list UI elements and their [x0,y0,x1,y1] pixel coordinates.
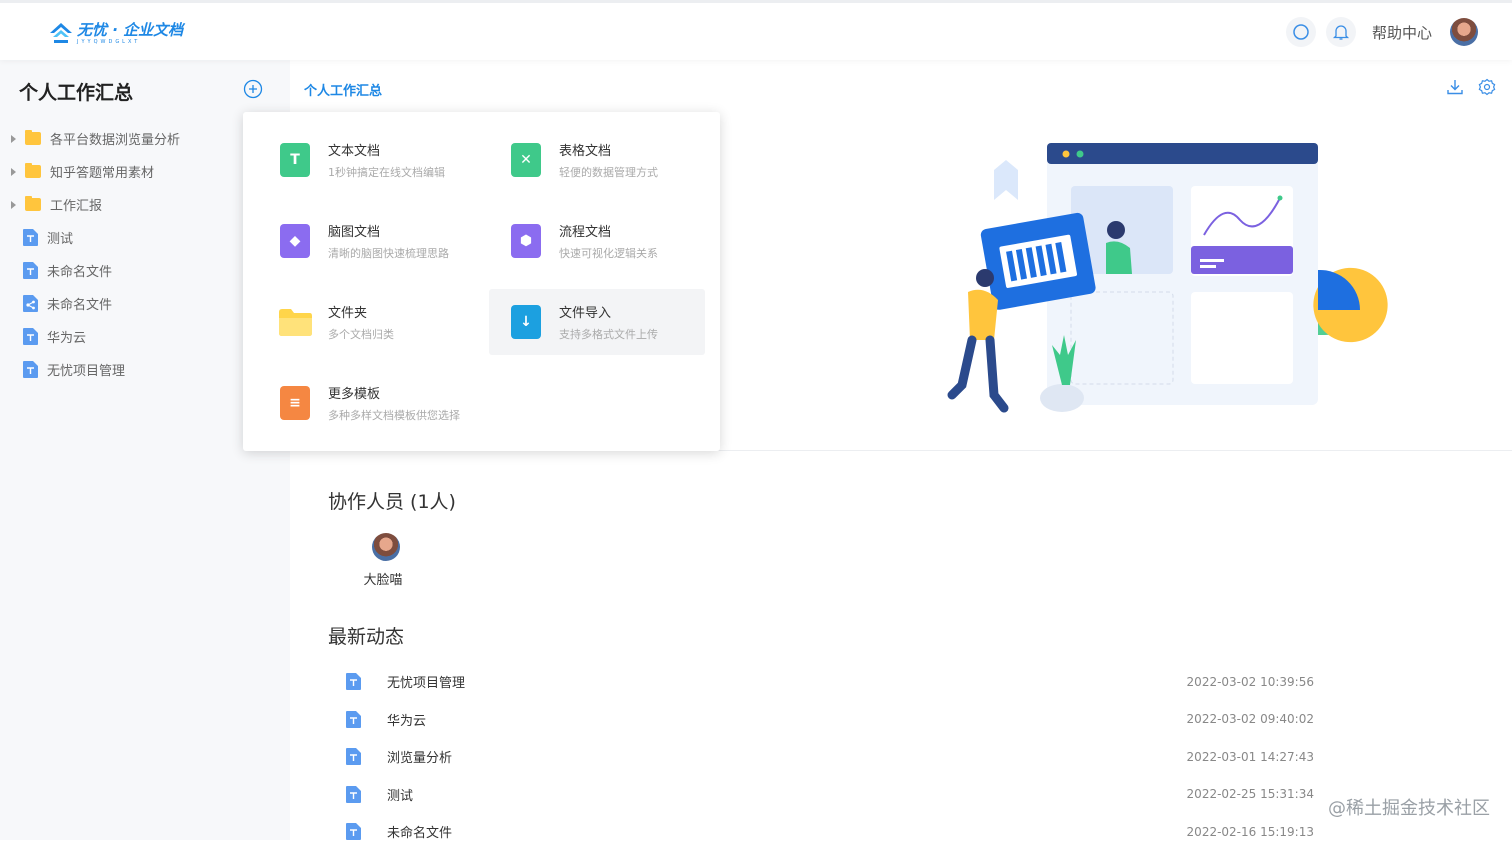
menu-item-name: 文件导入 [559,302,658,321]
text-doc-icon [23,361,38,378]
menu-item-desc: 支持多格式文件上传 [559,326,658,342]
menu-item-name: 文本文档 [328,140,445,159]
sidebar-item-label: 工作汇报 [50,195,102,214]
activity-row[interactable]: 未命名文件 2022-02-16 15:19:13 [346,813,1314,851]
workspace-illustration [940,140,1390,420]
menu-item-desc: 1秒钟搞定在线文档编辑 [328,164,445,180]
top-bar: 无忧 · 企业文档 JYYQWDGLXT 帮助中心 [0,0,1512,60]
activity-doc-name[interactable]: 未命名文件 [387,822,452,841]
expand-caret-icon[interactable] [11,201,16,209]
create-new-menu: T 文本文档 1秒钟搞定在线文档编辑 ✕ 表格文档 轻便的数据管理方式 ◆ 脑图… [243,112,720,451]
notification-button[interactable] [1326,17,1356,47]
menu-item-desc: 快速可视化逻辑关系 [559,245,658,261]
add-icon[interactable] [243,79,263,99]
menu-item-name: 脑图文档 [328,221,449,240]
mind-map-doc-icon [23,295,38,312]
collaborator[interactable]: 大脸喵 [366,533,406,588]
sidebar-item-label: 各平台数据浏览量分析 [50,129,180,148]
sidebar-title: 个人工作汇总 [19,78,133,105]
text-doc-icon [346,786,361,803]
settings-button[interactable] [1478,78,1496,100]
text-doc-icon [346,823,361,840]
logo-name: 无忧 · 企业文档 [77,22,183,38]
menu-item-name: 表格文档 [559,140,658,159]
sidebar-item-label: 未命名文件 [47,261,112,280]
activity-doc-name[interactable]: 测试 [387,785,413,804]
folder-icon [278,305,313,339]
menu-item-desc: 轻便的数据管理方式 [559,164,658,180]
import-file-item[interactable]: ↓ 文件导入 支持多格式文件上传 [489,289,705,355]
text-doc-icon [346,748,361,765]
logo-subtitle: JYYQWDGLXT [77,39,183,46]
activity-time: 2022-02-25 15:31:34 [1187,787,1314,801]
app-logo[interactable]: 无忧 · 企业文档 JYYQWDGLXT [48,19,183,49]
mind-map-doc-icon: ◆ [280,224,310,258]
import-file-icon: ↓ [511,305,541,339]
download-icon [1446,78,1464,96]
text-doc-icon [23,328,38,345]
activity-title: 最新动态 [328,622,404,649]
activity-time: 2022-03-02 10:39:56 [1187,675,1314,689]
create-flow-doc-item[interactable]: ⬢ 流程文档 快速可视化逻辑关系 [489,208,705,274]
search-button[interactable] [1286,17,1316,47]
text-doc-icon [346,711,361,728]
sidebar-item-label: 未命名文件 [47,294,112,313]
template-icon: ≡ [280,386,310,420]
activity-list: 无忧项目管理 2022-03-02 10:39:56 华为云 2022-03-0… [346,663,1314,851]
search-icon [1292,23,1310,41]
collaborator-name: 大脸喵 [360,569,406,588]
text-doc-icon [346,673,361,690]
activity-time: 2022-03-02 09:40:02 [1187,712,1314,726]
folder-icon [25,165,41,178]
collaborators-title: 协作人员 (1人) [328,487,456,514]
activity-time: 2022-03-01 14:27:43 [1187,750,1314,764]
folder-icon [25,132,41,145]
watermark: @稀土掘金技术社区 [1328,794,1490,820]
activity-doc-name[interactable]: 华为云 [387,710,426,729]
menu-item-name: 更多模板 [328,383,460,402]
bell-icon [1332,23,1350,41]
gear-icon [1478,78,1496,96]
spreadsheet-doc-icon: ✕ [511,143,541,177]
create-text-doc-item[interactable]: T 文本文档 1秒钟搞定在线文档编辑 [258,127,474,193]
flowchart-doc-icon: ⬢ [511,224,541,258]
create-mind-doc-item[interactable]: ◆ 脑图文档 清晰的脑图快速梳理思路 [258,208,474,274]
folder-icon [25,198,41,211]
create-sheet-doc-item[interactable]: ✕ 表格文档 轻便的数据管理方式 [489,127,705,193]
breadcrumb[interactable]: 个人工作汇总 [304,80,382,99]
text-doc-icon [23,229,38,246]
activity-row[interactable]: 测试 2022-02-25 15:31:34 [346,776,1314,814]
activity-row[interactable]: 华为云 2022-03-02 09:40:02 [346,701,1314,739]
sidebar-item-label: 无忧项目管理 [47,360,125,379]
user-avatar[interactable] [1450,18,1478,46]
activity-row[interactable]: 浏览量分析 2022-03-01 14:27:43 [346,738,1314,776]
sidebar-item-label: 华为云 [47,327,86,346]
help-center-link[interactable]: 帮助中心 [1372,22,1432,43]
text-doc-icon [23,262,38,279]
collaborator-avatar [372,533,400,561]
create-folder-item[interactable]: 文件夹 多个文档归类 [258,289,474,355]
menu-item-desc: 多个文档归类 [328,326,394,342]
menu-item-desc: 清晰的脑图快速梳理思路 [328,245,449,261]
activity-doc-name[interactable]: 无忧项目管理 [387,672,465,691]
download-button[interactable] [1446,78,1464,100]
menu-item-name: 流程文档 [559,221,658,240]
activity-doc-name[interactable]: 浏览量分析 [387,747,452,766]
sidebar-item-label: 知乎答题常用素材 [50,162,154,181]
menu-item-name: 文件夹 [328,302,394,321]
activity-row[interactable]: 无忧项目管理 2022-03-02 10:39:56 [346,663,1314,701]
sidebar-item-label: 测试 [47,228,73,247]
activity-time: 2022-02-16 15:19:13 [1187,825,1314,839]
expand-caret-icon[interactable] [11,135,16,143]
menu-item-desc: 多种多样文档模板供您选择 [328,407,460,423]
text-doc-icon: T [280,143,310,177]
logo-mark-icon [48,21,74,47]
expand-caret-icon[interactable] [11,168,16,176]
more-templates-item[interactable]: ≡ 更多模板 多种多样文档模板供您选择 [258,370,474,436]
